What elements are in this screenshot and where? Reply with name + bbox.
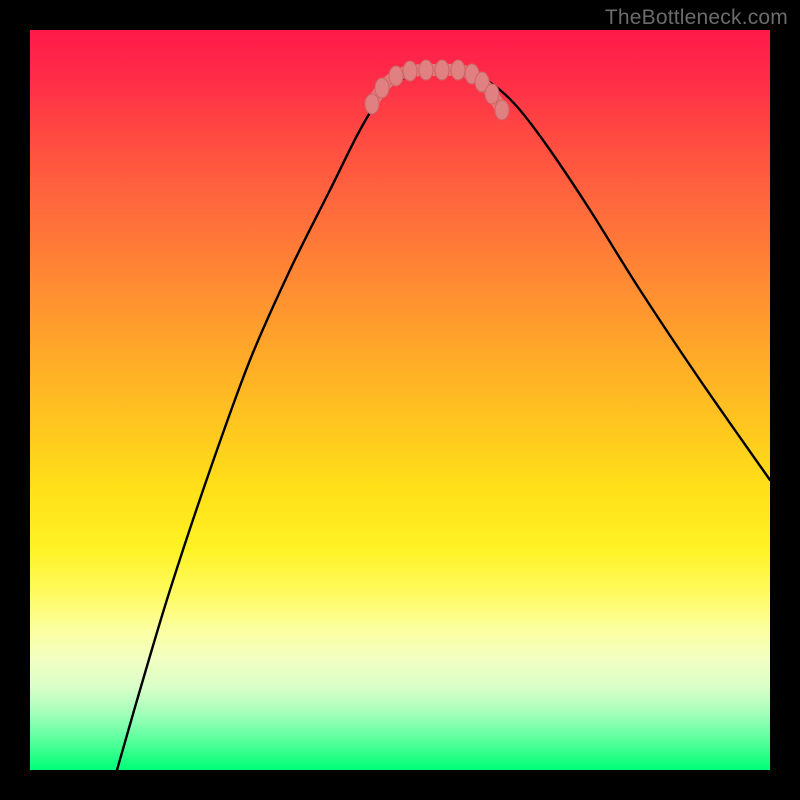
marker-point <box>451 60 465 80</box>
bottleneck-curve <box>117 70 770 770</box>
marker-point <box>375 78 389 98</box>
watermark-text: TheBottleneck.com <box>605 6 788 30</box>
marker-point <box>419 60 433 80</box>
marker-point <box>403 61 417 81</box>
curve-layer <box>117 70 770 770</box>
plot-svg <box>30 30 770 770</box>
marker-point <box>389 66 403 86</box>
plot-area <box>30 30 770 770</box>
chart-frame: TheBottleneck.com <box>0 0 800 800</box>
marker-layer <box>365 60 509 120</box>
marker-point <box>485 84 499 104</box>
marker-point <box>495 100 509 120</box>
marker-point <box>435 60 449 80</box>
marker-point <box>365 94 379 114</box>
